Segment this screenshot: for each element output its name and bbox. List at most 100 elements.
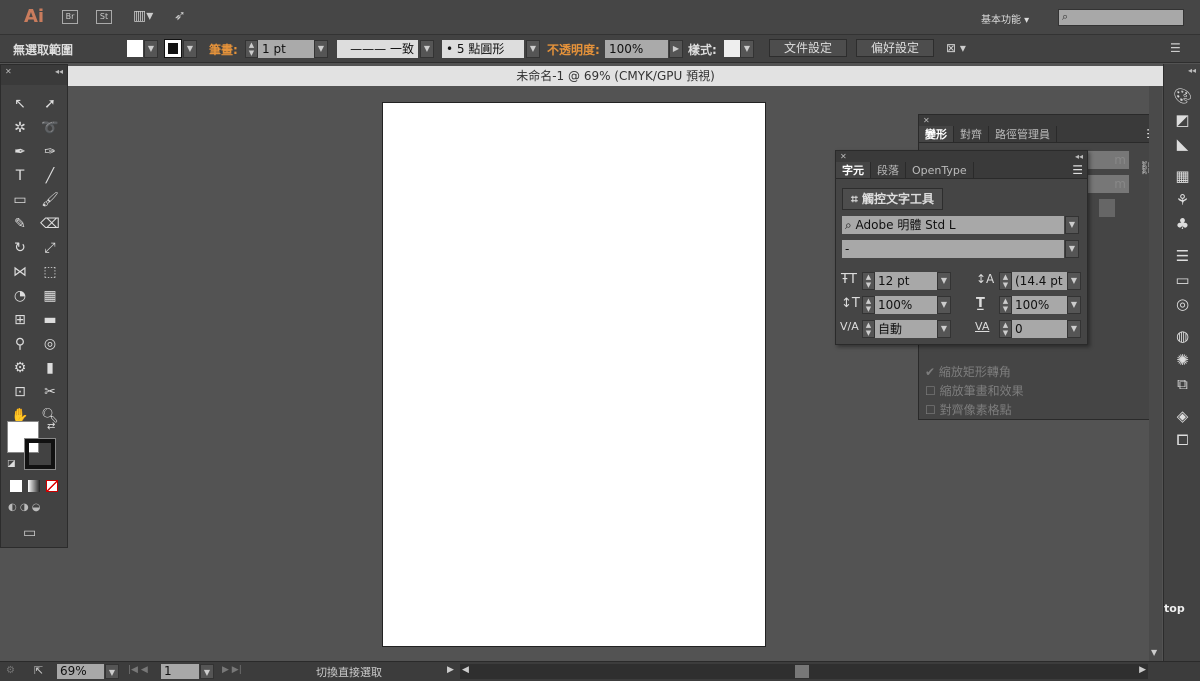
gradient-panel-icon[interactable]: ▭ (1164, 268, 1200, 292)
direct-selection-tool-icon[interactable]: ➚ (38, 93, 62, 115)
swap-colors-icon[interactable]: ⇄ (47, 421, 55, 432)
document-tab[interactable]: 未命名-1 @ 69% (CMYK/GPU 預視) (68, 66, 1163, 86)
search-input[interactable]: ⌕ (1058, 9, 1184, 26)
line-tool-icon[interactable]: ╱ (38, 165, 62, 187)
color-panel-icon[interactable]: 🎨︎ (1164, 84, 1200, 108)
document-setup-button[interactable]: 文件設定 (769, 39, 848, 57)
tracking-dropdown[interactable]: ▼ (1067, 320, 1081, 338)
mesh-tool-icon[interactable]: ⊞ (8, 309, 32, 331)
stroke-swatch[interactable] (164, 39, 182, 58)
zoom-input[interactable]: 69% (57, 664, 104, 679)
graphic-styles-icon[interactable]: ✺ (1164, 348, 1200, 372)
tab-transform[interactable]: 變形 (919, 126, 954, 142)
horizontal-scale-stepper[interactable]: ▲ ▼ (999, 296, 1012, 314)
character-panel-header[interactable]: ✕ ◂◂ (836, 151, 1087, 162)
zoom-dropdown[interactable]: ▼ (105, 664, 119, 679)
font-size-dropdown[interactable]: ▼ (937, 272, 951, 290)
font-size-input[interactable]: 12 pt (875, 272, 937, 290)
rotate-tool-icon[interactable]: ↻ (8, 237, 32, 259)
font-family-dropdown[interactable]: ▼ (1065, 216, 1079, 234)
layers-panel-icon[interactable]: ◈ (1164, 404, 1200, 428)
stroke-panel-icon[interactable]: ☰ (1164, 244, 1200, 268)
gpu-performance-icon[interactable]: ➶ (174, 8, 186, 24)
color-guide-icon[interactable]: ◩ (1164, 108, 1200, 132)
tab-character[interactable]: 字元 (836, 162, 871, 178)
screen-mode-icon[interactable]: ▭ (23, 525, 36, 541)
blend-tool-icon[interactable]: ◎ (38, 333, 62, 355)
scroll-down-arrow[interactable]: ▼ (1151, 648, 1157, 657)
stroke-color-box[interactable] (24, 438, 56, 470)
profile-dropdown[interactable]: ▼ (420, 40, 434, 58)
font-family-input[interactable]: ⌕ Adobe 明體 Std L (842, 216, 1064, 234)
column-graph-icon[interactable]: ▮ (38, 357, 62, 379)
kerning-stepper[interactable]: ▲ ▼ (862, 320, 875, 338)
leading-dropdown[interactable]: ▼ (1067, 272, 1081, 290)
transform-panel-header[interactable]: ✕◂◂ (919, 115, 1161, 126)
shape-builder-icon[interactable]: ◔ (8, 285, 32, 307)
symbol-sprayer-icon[interactable]: ⚙ (8, 357, 32, 379)
scroll-left-arrow[interactable]: ◀ (462, 665, 469, 675)
option-scale-corners[interactable]: ✔ 縮放矩形轉角 (925, 363, 1024, 382)
arrange-documents-icon[interactable]: ▥▾ (133, 8, 153, 24)
gpu-icon[interactable]: ⚙ (6, 665, 15, 676)
opacity-input[interactable]: 100% (605, 40, 668, 58)
stroke-label[interactable]: 筆畫: (209, 41, 238, 58)
transparency-panel-icon[interactable]: ◎ (1164, 292, 1200, 316)
option-scale-strokes[interactable]: ☐ 縮放筆畫和效果 (925, 382, 1024, 401)
asset-export-icon[interactable]: ⧉ (1164, 372, 1200, 396)
artboard-tool-icon[interactable]: ⊡ (8, 381, 32, 403)
font-style-input[interactable]: - (842, 240, 1064, 258)
stroke-weight-dropdown[interactable]: ▼ (314, 40, 328, 58)
leading-input[interactable]: (14.4 pt (1012, 272, 1067, 290)
tab-pathfinder[interactable]: 路徑管理員 (989, 126, 1057, 142)
magic-wand-icon[interactable]: ✲ (8, 117, 32, 139)
font-size-stepper[interactable]: ▲ ▼ (862, 272, 875, 290)
stroke-weight-input[interactable]: 1 pt (258, 40, 314, 58)
scroll-right-arrow[interactable]: ▶ (1139, 665, 1146, 675)
artboard-number-input[interactable]: 1 (161, 664, 199, 679)
option-align-pixel-grid[interactable]: ☐ 對齊像素格點 (925, 401, 1024, 420)
dock-header[interactable]: ◂◂ (1164, 64, 1200, 84)
artboard[interactable] (382, 102, 766, 647)
eraser-icon[interactable]: ⌫ (38, 213, 62, 235)
brush-definition[interactable]: • 5 點圓形 (442, 40, 524, 58)
tracking-stepper[interactable]: ▲ ▼ (999, 320, 1012, 338)
tab-paragraph[interactable]: 段落 (871, 162, 906, 178)
font-style-dropdown[interactable]: ▼ (1065, 240, 1079, 258)
fill-swatch[interactable] (127, 40, 143, 57)
appearance-panel-icon[interactable]: ◍ (1164, 324, 1200, 348)
kerning-input[interactable]: 自動 (875, 320, 937, 338)
gradient-mode-icon[interactable] (28, 480, 40, 492)
slice-tool-icon[interactable]: ✂ (38, 381, 62, 403)
scale-tool-icon[interactable]: ⤢ (38, 237, 62, 259)
tab-opentype[interactable]: OpenType (906, 162, 974, 178)
swatches-grid-icon[interactable]: ▦ (1164, 164, 1200, 188)
swatches-icon[interactable]: ◣ (1164, 132, 1200, 156)
bridge-button[interactable]: Br (62, 10, 78, 24)
horizontal-scale-input[interactable]: 100% (1012, 296, 1067, 314)
symbols-icon[interactable]: ♣ (1164, 212, 1200, 236)
brushes-icon[interactable]: ⚘ (1164, 188, 1200, 212)
free-transform-icon[interactable]: ⬚ (38, 261, 62, 283)
type-tool-icon[interactable]: T (8, 165, 32, 187)
preferences-button[interactable]: 偏好設定 (856, 39, 935, 57)
style-swatch[interactable] (724, 40, 740, 57)
draw-mode-icons[interactable]: ◐ ◑ ◒ (8, 502, 41, 513)
next-artboard-button[interactable]: ▶ ▶| (222, 665, 242, 675)
panel-menu-icon[interactable]: ☰ (1170, 41, 1181, 55)
horizontal-scale-dropdown[interactable]: ▼ (1067, 296, 1081, 314)
eyedropper-icon[interactable]: ⚲ (8, 333, 32, 355)
kerning-dropdown[interactable]: ▼ (937, 320, 951, 338)
perspective-grid-icon[interactable]: ▦ (38, 285, 62, 307)
stroke-weight-stepper[interactable]: ▲ ▼ (245, 40, 258, 58)
pen-tool-icon[interactable]: ✒ (8, 141, 32, 163)
style-dropdown[interactable]: ▼ (740, 40, 754, 58)
fill-dropdown[interactable]: ▼ (144, 40, 158, 58)
status-menu-arrow[interactable]: ▶ (447, 665, 454, 675)
tracking-input[interactable]: 0 (1012, 320, 1067, 338)
vertical-scrollbar[interactable]: ▼ (1149, 86, 1162, 661)
vertical-scale-stepper[interactable]: ▲ ▼ (862, 296, 875, 314)
color-mode-icon[interactable] (10, 480, 22, 492)
horizontal-scrollbar[interactable]: ◀ ▶ (460, 664, 1148, 679)
shear-dropdown[interactable] (1099, 199, 1115, 217)
